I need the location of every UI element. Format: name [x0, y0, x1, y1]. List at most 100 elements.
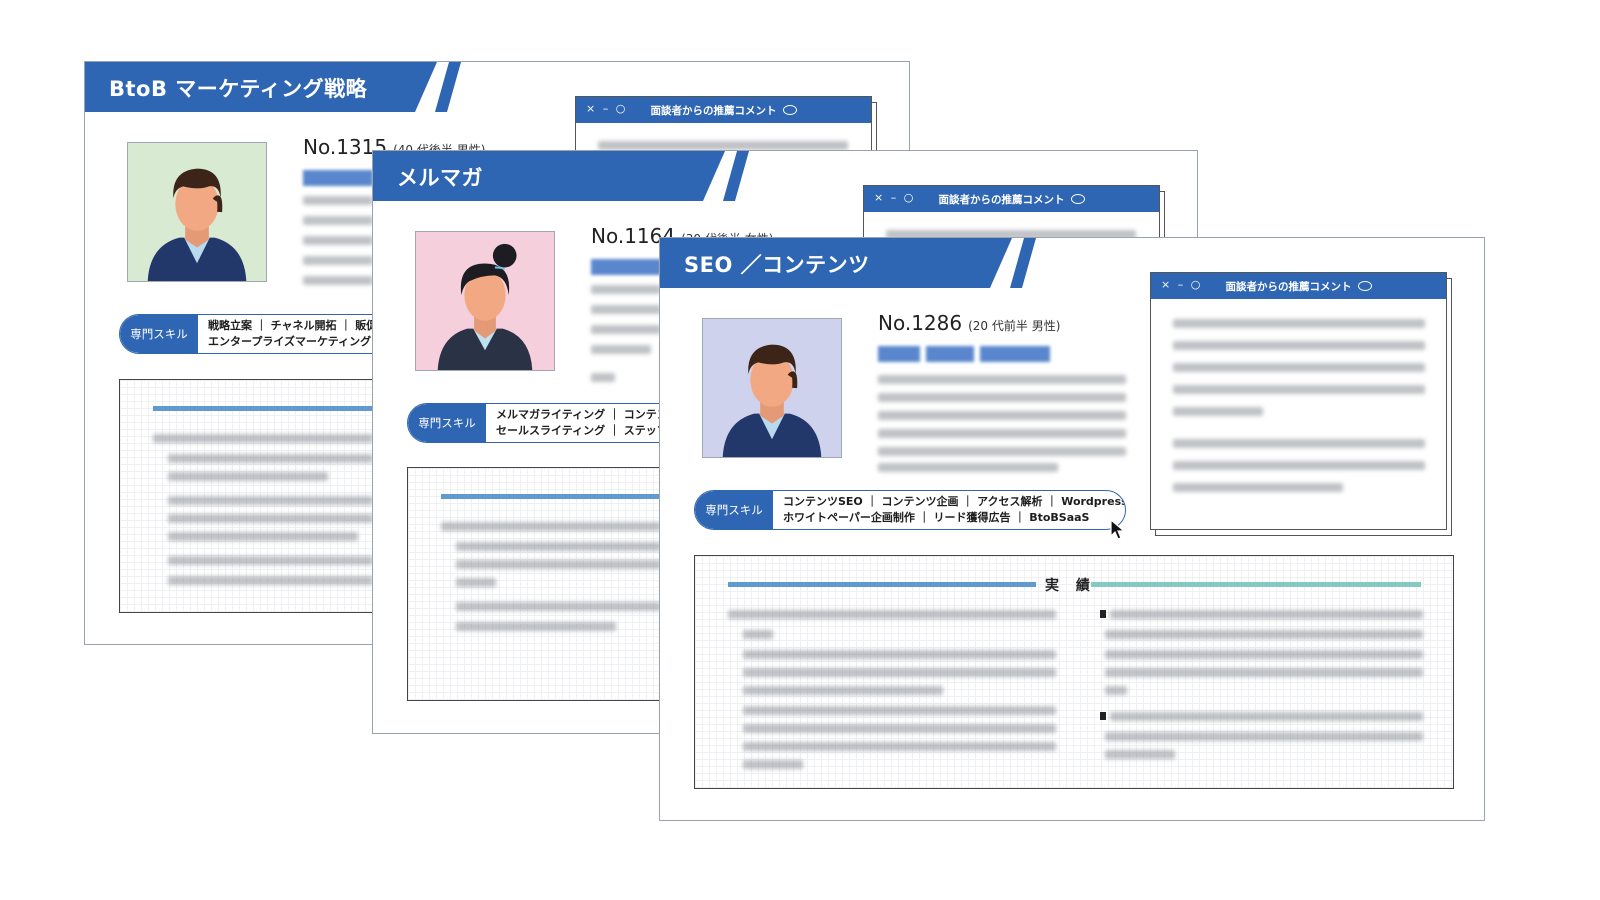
redacted-text — [303, 216, 373, 225]
skill-list: 戦略立案 ｜ チャネル開拓 ｜ 販促プ エンタープライズマーケティング ｜ — [208, 318, 388, 350]
redacted-name-bar — [926, 346, 974, 362]
redacted-text — [1173, 319, 1425, 328]
female-avatar-icon — [416, 232, 554, 370]
skill-list: コンテンツSEO ｜ コンテンツ企画 ｜ アクセス解析 ｜ Wordpress … — [783, 494, 1126, 526]
skill-line: エンタープライズマーケティング ｜ — [208, 335, 386, 348]
redacted-text — [1173, 363, 1425, 372]
skill-tag: 専門スキル — [120, 315, 198, 353]
skill-line: ホワイトペーパー企画制作 ｜ リード獲得広告 ｜ BtoBSaaS — [783, 511, 1090, 524]
popup-window: × – ○ 面談者からの推薦コメント — [1150, 272, 1447, 530]
profile-photo — [702, 318, 842, 458]
redacted-text — [456, 622, 616, 631]
redacted-text — [1105, 686, 1127, 695]
redacted-text — [878, 375, 1126, 384]
redacted-text — [591, 305, 661, 314]
popup-titlebar[interactable]: × – ○ 面談者からの推薦コメント — [576, 97, 871, 123]
redacted-text — [456, 560, 661, 569]
redacted-name-bar — [878, 346, 920, 362]
redacted-text — [153, 434, 373, 443]
card-title: SEO ／コンテンツ — [684, 253, 870, 277]
redacted-text — [1110, 610, 1423, 619]
speech-bubble-icon — [1357, 281, 1372, 291]
redacted-text — [743, 742, 1056, 751]
male-avatar-icon — [128, 143, 266, 281]
redacted-text — [1173, 385, 1425, 394]
redacted-text — [456, 602, 661, 611]
popup-title-line: 面談者からの推薦コメント — [864, 192, 1159, 207]
redacted-text — [303, 236, 373, 245]
redacted-text — [1105, 732, 1423, 741]
redacted-text — [878, 411, 1126, 420]
skill-line: 戦略立案 ｜ チャネル開拓 ｜ 販促プ — [208, 319, 389, 332]
popup-title-line: 面談者からの推薦コメント — [576, 103, 871, 118]
speech-bubble-icon — [1070, 194, 1085, 204]
speech-bubble-icon — [782, 105, 797, 115]
card-title: BtoB マーケティング戦略 — [109, 77, 368, 101]
card-title: メルマガ — [397, 166, 483, 190]
profile-photo — [127, 142, 267, 282]
redacted-text — [168, 532, 358, 541]
skill-line: コンテンツSEO ｜ コンテンツ企画 ｜ アクセス解析 ｜ Wordpress — [783, 495, 1126, 508]
skill-tag: 専門スキル — [695, 491, 773, 529]
redacted-text — [598, 141, 848, 150]
redacted-text — [1173, 407, 1263, 416]
popup-title: 面談者からの推薦コメント — [650, 105, 777, 117]
redacted-text — [1110, 712, 1423, 721]
redacted-text — [1173, 439, 1425, 448]
redacted-text — [1105, 630, 1423, 639]
redacted-text — [743, 706, 1056, 715]
bullet-marker — [1100, 712, 1106, 720]
redacted-text — [456, 542, 661, 551]
profile-age-gender: (20 代前半 男性) — [968, 319, 1061, 333]
redacted-text — [591, 285, 661, 294]
male-avatar-icon — [703, 319, 841, 457]
redacted-text — [743, 760, 803, 769]
redacted-text — [591, 345, 651, 354]
redacted-name-bar — [980, 346, 1050, 362]
banner-stripe — [1010, 238, 1036, 288]
profile-card-seo[interactable]: SEO ／コンテンツ No.1286 (20 代前半 男性) 専門スキル コンテン… — [659, 237, 1485, 821]
redacted-text — [168, 556, 373, 565]
redacted-text — [743, 686, 943, 695]
redacted-text — [743, 668, 1056, 677]
achievements-rule-right — [1091, 582, 1421, 587]
redacted-text — [1173, 341, 1425, 350]
redacted-text — [1105, 668, 1423, 677]
popup-title: 面談者からの推薦コメント — [1225, 281, 1352, 293]
redacted-text — [1105, 650, 1423, 659]
redacted-text — [743, 724, 1056, 733]
achievements-panel: 実 績 — [694, 555, 1454, 789]
redacted-text — [303, 196, 373, 205]
redacted-text — [743, 630, 773, 639]
skill-row: 専門スキル コンテンツSEO ｜ コンテンツ企画 ｜ アクセス解析 ｜ Word… — [694, 490, 1126, 530]
redacted-name-bar — [591, 259, 661, 275]
recommendation-popup[interactable]: × – ○ 面談者からの推薦コメント — [1150, 272, 1452, 536]
achievements-panel — [407, 467, 671, 701]
popup-title-line: 面談者からの推薦コメント — [1151, 279, 1446, 294]
popup-titlebar[interactable]: × – ○ 面談者からの推薦コメント — [1151, 273, 1446, 299]
redacted-text — [878, 463, 1058, 472]
banner-stripe — [435, 62, 461, 112]
redacted-text — [168, 454, 373, 463]
redacted-text — [168, 472, 328, 481]
redacted-text — [168, 514, 373, 523]
redacted-text — [168, 496, 373, 505]
redacted-text — [1173, 461, 1425, 470]
popup-titlebar[interactable]: × – ○ 面談者からの推薦コメント — [864, 186, 1159, 212]
redacted-text — [303, 276, 373, 285]
banner-stripe — [723, 151, 749, 201]
profile-number-line: No.1286 (20 代前半 男性) — [878, 311, 1060, 335]
achievements-title: 実 績 — [1045, 578, 1096, 594]
achievements-rule-left — [441, 494, 671, 499]
redacted-text — [456, 578, 496, 587]
redacted-name-bar — [303, 170, 373, 186]
achievements-rule-left — [153, 406, 383, 411]
redacted-text — [1105, 750, 1175, 759]
redacted-text — [303, 256, 373, 265]
redacted-text — [878, 429, 1126, 438]
profile-photo — [415, 231, 555, 371]
redacted-text — [743, 650, 1056, 659]
redacted-text — [591, 325, 661, 334]
redacted-text — [728, 610, 1056, 619]
redacted-text — [878, 447, 1126, 456]
